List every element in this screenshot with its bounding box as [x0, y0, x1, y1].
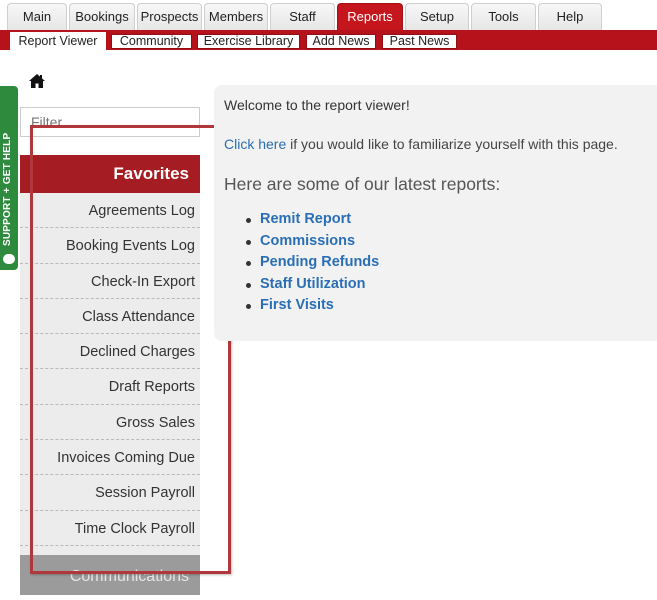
tab-help[interactable]: Help — [538, 3, 602, 31]
tab-prospects[interactable]: Prospects — [137, 3, 202, 31]
report-link-item[interactable]: Pending Refunds — [246, 254, 379, 276]
favorite-item[interactable]: Check-In Export — [20, 263, 200, 299]
subtab-report-viewer[interactable]: Report Viewer — [10, 32, 106, 50]
report-link[interactable]: Remit Report — [260, 211, 351, 227]
favorite-item[interactable]: Booking Events Log — [20, 228, 200, 264]
help-line: Click here if you would like to familiar… — [224, 136, 618, 152]
report-link[interactable]: Pending Refunds — [260, 254, 379, 270]
latest-reports-list: Remit Report Commissions Pending Refunds… — [246, 211, 379, 319]
report-link[interactable]: First Visits — [260, 297, 334, 313]
subtab-exercise-library[interactable]: Exercise Library — [197, 34, 300, 49]
communications-heading[interactable]: Communications — [20, 555, 200, 595]
bullet-icon — [246, 282, 251, 288]
filter-input[interactable] — [20, 107, 200, 137]
favorite-item[interactable]: Draft Reports — [20, 369, 200, 405]
report-link-item[interactable]: Commissions — [246, 233, 379, 255]
subtab-past-news[interactable]: Past News — [382, 34, 457, 49]
report-link[interactable]: Commissions — [260, 233, 355, 249]
tab-main[interactable]: Main — [7, 3, 67, 31]
favorite-item[interactable]: Time Clock Payroll — [20, 510, 200, 546]
favorite-item[interactable]: Invoices Coming Due — [20, 440, 200, 476]
bullet-icon — [246, 218, 251, 223]
favorite-item[interactable]: Declined Charges — [20, 334, 200, 370]
favorite-item[interactable]: Session Payroll — [20, 475, 200, 511]
favorite-item[interactable]: Class Attendance — [20, 298, 200, 335]
tab-tools[interactable]: Tools — [471, 3, 536, 31]
bullet-icon — [246, 304, 251, 310]
tab-reports[interactable]: Reports — [337, 3, 403, 31]
report-link[interactable]: Staff Utilization — [260, 276, 366, 292]
tab-members[interactable]: Members — [204, 3, 268, 31]
tab-setup[interactable]: Setup — [405, 3, 469, 31]
report-link-item[interactable]: Remit Report — [246, 211, 379, 233]
tab-bookings[interactable]: Bookings — [69, 3, 135, 31]
report-link-item[interactable]: First Visits — [246, 297, 379, 319]
favorites-list: Agreements Log Booking Events Log Check-… — [20, 193, 200, 556]
click-here-link[interactable]: Click here — [224, 136, 286, 152]
latest-reports-heading: Here are some of our latest reports: — [224, 174, 501, 194]
support-tab[interactable]: SUPPORT + GET HELP — [0, 86, 18, 270]
tab-staff[interactable]: Staff — [270, 3, 335, 31]
favorite-item[interactable]: Agreements Log — [20, 193, 200, 229]
home-icon[interactable] — [28, 72, 46, 90]
sub-nav: Report Viewer Community Exercise Library… — [0, 30, 657, 50]
welcome-text: Welcome to the report viewer! — [224, 97, 410, 113]
bullet-icon — [246, 239, 251, 245]
favorites-heading[interactable]: Favorites — [20, 155, 200, 193]
favorite-item[interactable]: Gross Sales — [20, 404, 200, 441]
subtab-community[interactable]: Community — [111, 34, 192, 49]
chat-bubble-icon — [3, 254, 15, 264]
bullet-icon — [246, 261, 251, 267]
subtab-add-news[interactable]: Add News — [306, 34, 376, 49]
help-line-text: if you would like to familiarize yoursel… — [286, 136, 618, 152]
report-link-item[interactable]: Staff Utilization — [246, 276, 379, 298]
main-nav: Main Bookings Prospects Members Staff Re… — [0, 0, 657, 31]
support-label: SUPPORT + GET HELP — [2, 132, 13, 246]
